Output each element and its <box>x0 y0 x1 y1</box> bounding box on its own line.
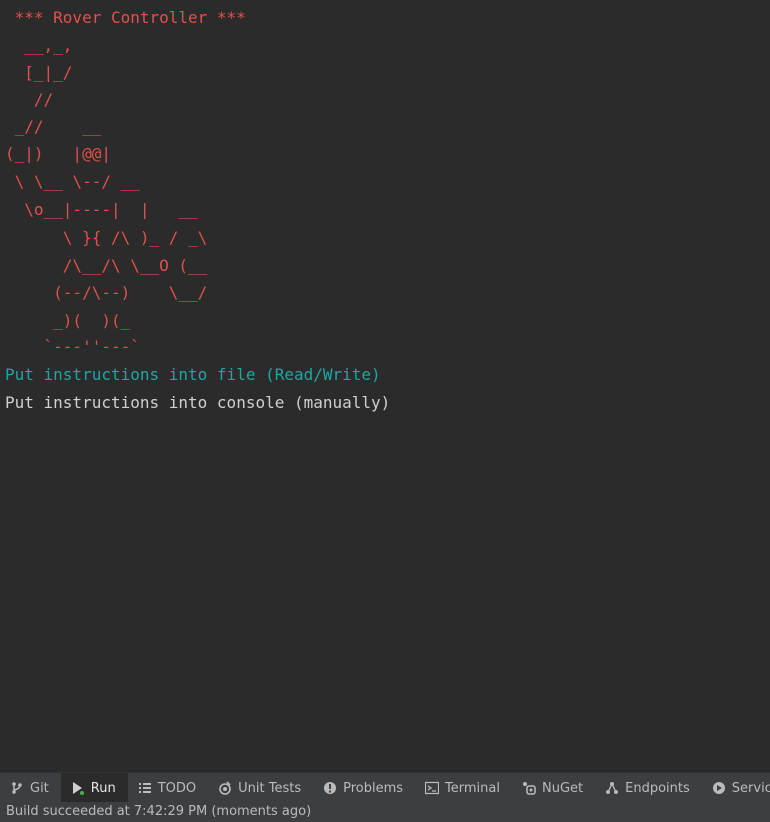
ascii-art-line: _)( )(_ <box>5 311 131 330</box>
tab-problems[interactable]: Problems <box>313 773 415 803</box>
tab-todo[interactable]: TODO <box>128 773 208 803</box>
ascii-art-line: \ }{ /\ )_ / _\ <box>5 228 208 247</box>
tab-git[interactable]: Git <box>0 773 61 803</box>
ascii-art-line: /\__/\ \__O (__ <box>5 256 208 275</box>
terminal-icon <box>425 781 440 795</box>
build-status-text[interactable]: Build succeeded at 7:42:29 PM (moments a… <box>6 804 311 819</box>
tab-run[interactable]: Run <box>60 773 128 803</box>
run-icon <box>71 781 85 795</box>
tab-unit-tests[interactable]: Unit Tests <box>208 773 313 803</box>
tab-label: Unit Tests <box>238 780 302 796</box>
git-branch-icon <box>10 781 24 795</box>
ascii-art-line: // <box>5 90 54 109</box>
tool-window-bar: Git Run TODO Unit Tests Problems Termina… <box>0 772 770 803</box>
tab-nuget[interactable]: NuGet <box>512 773 595 803</box>
nuget-icon <box>522 781 536 795</box>
tab-services[interactable]: Services <box>702 773 770 803</box>
ascii-art-line: \ \__ \--/ __ <box>5 172 140 191</box>
tab-label: Git <box>30 780 49 796</box>
tab-label: Terminal <box>445 780 500 796</box>
ascii-art-line: (--/\--) \__/ <box>5 283 208 302</box>
ascii-art-line: _// __ <box>5 117 102 136</box>
status-bar: Build succeeded at 7:42:29 PM (moments a… <box>0 802 770 822</box>
menu-option-file[interactable]: Put instructions into file (Read/Write) <box>5 365 381 385</box>
ascii-art-line: __,_, <box>5 36 73 55</box>
ascii-art-line: `---''---` <box>5 337 140 356</box>
unit-tests-icon <box>218 781 232 795</box>
endpoints-icon <box>605 781 619 795</box>
ascii-art-line: [_|_/ <box>5 63 73 82</box>
tab-endpoints[interactable]: Endpoints <box>595 773 702 803</box>
todo-list-icon <box>138 781 152 795</box>
run-console[interactable]: *** Rover Controller *** __,_, [_|_/ // … <box>0 0 770 772</box>
tab-label: NuGet <box>542 780 584 796</box>
menu-option-console[interactable]: Put instructions into console (manually) <box>5 393 390 413</box>
tab-label: Services <box>731 780 770 796</box>
tab-label: Run <box>90 780 116 796</box>
tab-label: TODO <box>157 780 197 796</box>
console-title: *** Rover Controller *** <box>5 8 246 27</box>
tab-label: Endpoints <box>625 780 690 796</box>
problems-icon <box>323 781 337 795</box>
ascii-art-line: \o__|----| | __ <box>5 200 198 219</box>
services-icon <box>712 781 726 795</box>
tab-terminal[interactable]: Terminal <box>415 773 512 803</box>
ascii-art-line: (_|) |@@| <box>5 144 111 163</box>
tab-label: Problems <box>343 780 404 796</box>
